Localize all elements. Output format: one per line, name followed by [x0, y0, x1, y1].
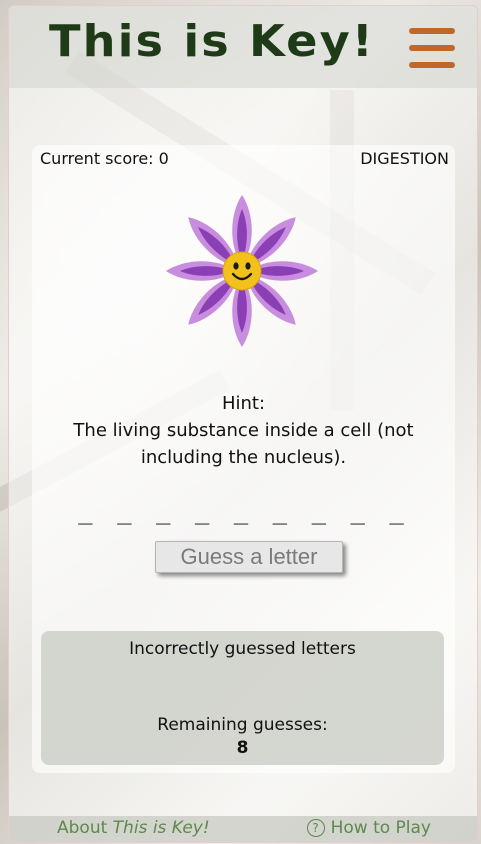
menu-bar	[409, 45, 455, 51]
footer: About This is Key! ? How to Play	[9, 816, 477, 842]
hint-text: The living substance inside a cell (not …	[73, 420, 414, 468]
how-to-play-label: How to Play	[330, 818, 431, 838]
game-card: Current score: 0 DIGESTION Hint: The liv…	[32, 145, 455, 773]
guess-status-panel: Incorrectly guessed letters Remaining gu…	[41, 631, 444, 765]
menu-bar	[409, 28, 455, 34]
remaining-guesses-count: 8	[236, 738, 249, 758]
app-frame: This is Key! Current score: 0 DIGESTION	[8, 5, 478, 843]
menu-bar	[409, 62, 455, 68]
hint-section: Hint: The living substance inside a cell…	[52, 390, 435, 471]
about-title: This is Key!	[112, 818, 210, 838]
word-blanks: _ _ _ _ _ _ _ _ _	[78, 497, 409, 525]
incorrect-letters-label: Incorrectly guessed letters	[129, 639, 356, 659]
about-link[interactable]: About This is Key!	[57, 818, 210, 838]
remaining-guesses-label: Remaining guesses:	[157, 715, 328, 735]
current-score: Current score: 0	[40, 149, 169, 168]
how-to-play-link[interactable]: ? How to Play	[306, 818, 431, 838]
category-label: DIGESTION	[360, 149, 449, 168]
guess-letter-button[interactable]: Guess a letter	[155, 541, 343, 573]
site-logo[interactable]: This is Key!	[49, 16, 375, 67]
question-circle-icon: ?	[306, 819, 325, 837]
header: This is Key!	[9, 6, 477, 88]
hint-label: Hint:	[221, 393, 266, 414]
about-prefix: About	[57, 818, 113, 838]
hamburger-menu-icon[interactable]	[409, 28, 455, 68]
smiling-flower-icon	[166, 195, 318, 347]
